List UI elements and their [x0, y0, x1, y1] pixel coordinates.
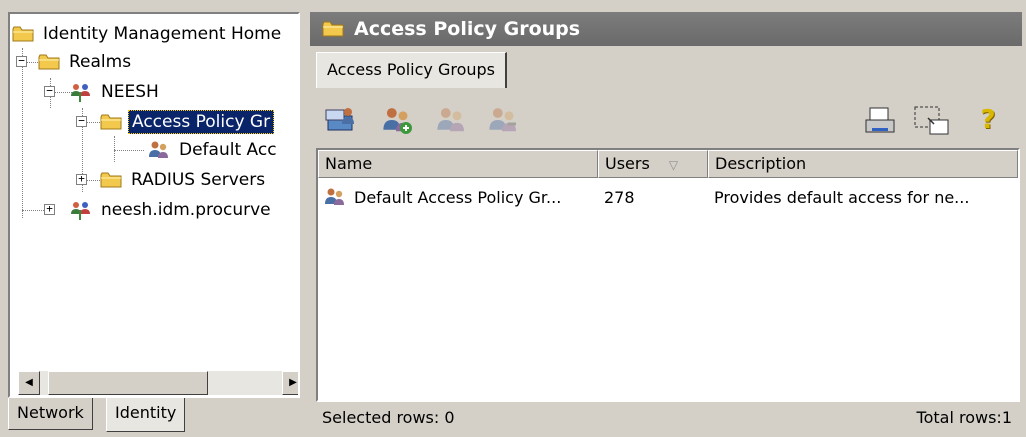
selected-rows-count: Selected rows: 0 [322, 408, 455, 427]
folder-icon [322, 21, 344, 37]
print-button[interactable] [858, 100, 902, 140]
cell-name: Default Access Policy Gr... [318, 180, 598, 216]
help-button[interactable]: ? [966, 100, 1010, 140]
column-label: Name [325, 154, 373, 173]
expand-radius-servers-toggle[interactable]: + [76, 173, 87, 185]
column-label: Description [715, 154, 807, 173]
cell-description: Provides default access for ne... [714, 188, 970, 207]
tab-network[interactable]: Network [8, 398, 93, 430]
content-panel: Access Policy Groups Access Policy Group… [310, 12, 1022, 434]
tree-item-neesh[interactable]: NEESH [70, 78, 162, 106]
tree-item-default-access[interactable]: Default Acc [148, 136, 280, 164]
open-folder-icon [100, 114, 122, 130]
user-group-icon [325, 188, 344, 205]
add-group-icon [383, 108, 412, 134]
horizontal-scrollbar[interactable]: ◀ ▶ [18, 371, 298, 395]
column-label: Users [605, 154, 650, 173]
properties-button[interactable] [320, 100, 364, 140]
print-icon [865, 107, 895, 133]
tab-access-policy-groups[interactable]: Access Policy Groups [316, 52, 508, 88]
tree-item-radius-servers[interactable]: RADIUS Servers [100, 166, 268, 194]
scroll-right-button[interactable]: ▶ [282, 371, 298, 395]
select-region-button[interactable] [910, 100, 954, 140]
collapse-access-policy-groups-toggle[interactable]: − [76, 115, 87, 127]
tree-item-label: NEESH [101, 82, 159, 102]
left-panel-tabs: Network Identity [8, 398, 308, 434]
folder-icon [38, 54, 60, 70]
column-header-description[interactable]: Description [708, 150, 1018, 178]
navigation-tree: Identity Management Home − Realms − NEES… [8, 12, 300, 398]
status-bar: Selected rows: 0 Total rows:1 [310, 404, 1022, 434]
edit-group-icon [437, 108, 464, 132]
panel-title: Access Policy Groups [354, 18, 581, 40]
tree-item-label: Default Acc [179, 140, 277, 160]
table-row[interactable]: Default Access Policy Gr... 278 Provides… [318, 180, 1018, 216]
tab-identity[interactable]: Identity [106, 398, 186, 432]
sort-desc-icon: ▽ [668, 158, 679, 172]
select-region-icon [914, 106, 949, 135]
cell-text: Default Access Policy Gr... [354, 188, 562, 207]
tree-item-label: Realms [69, 52, 132, 72]
column-header-name[interactable]: Name [318, 150, 598, 178]
delete-group-icon [489, 108, 516, 132]
scroll-left-button[interactable]: ◀ [18, 371, 40, 395]
expand-neesh-idm-toggle[interactable]: + [44, 203, 55, 215]
access-policy-groups-table: Name Users ▽ Description Default Access … [316, 148, 1020, 402]
delete-group-button[interactable] [480, 100, 524, 140]
table-header: Name Users ▽ Description [318, 150, 1018, 178]
tree-item-identity-home[interactable]: Identity Management Home [12, 20, 284, 48]
total-rows-count: Total rows:1 [916, 408, 1012, 427]
tree-item-label: neesh.idm.procurve [101, 200, 271, 220]
add-group-button[interactable] [374, 100, 418, 140]
tree-item-realms[interactable]: Realms [38, 48, 134, 76]
tab-strip: Access Policy Groups [310, 46, 1022, 90]
folder-icon [12, 26, 34, 42]
tree-item-label: Identity Management Home [43, 24, 282, 44]
realm-icon [70, 83, 91, 102]
help-icon: ? [980, 105, 996, 135]
tree-item-label: RADIUS Servers [131, 170, 266, 190]
folder-icon [100, 172, 122, 188]
collapse-realms-toggle[interactable]: − [16, 55, 27, 67]
edit-group-button[interactable] [428, 100, 472, 140]
column-header-users[interactable]: Users ▽ [598, 150, 708, 178]
user-group-icon [149, 141, 168, 158]
open-folder-icon [325, 108, 354, 131]
collapse-neesh-toggle[interactable]: − [44, 85, 55, 97]
toolbar: ? [310, 92, 1022, 148]
cell-users: 278 [604, 188, 635, 207]
tree-item-neesh-idm-procurve[interactable]: neesh.idm.procurve [70, 196, 274, 224]
tree-item-access-policy-groups[interactable]: Access Policy Gr [100, 108, 275, 136]
panel-title-bar: Access Policy Groups [310, 12, 1022, 46]
scroll-thumb[interactable] [48, 371, 208, 395]
tree-item-label: Access Policy Gr [128, 110, 275, 134]
realm-icon [70, 201, 91, 220]
